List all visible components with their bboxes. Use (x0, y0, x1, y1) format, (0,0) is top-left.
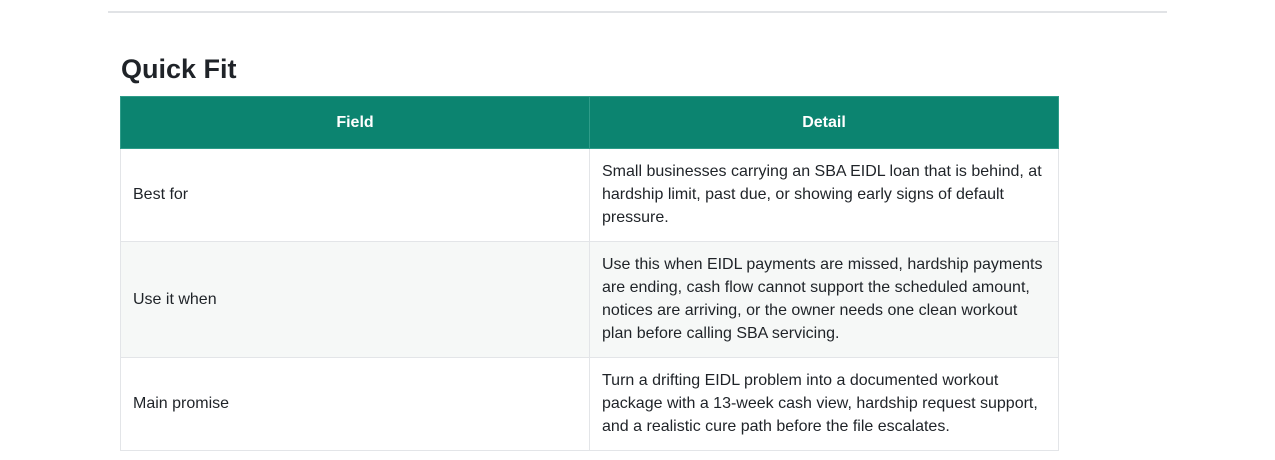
table-row: Main promise Turn a drifting EIDL proble… (120, 357, 1059, 451)
detail-cell: Small businesses carrying an SBA EIDL lo… (589, 148, 1059, 242)
column-header-detail: Detail (589, 96, 1059, 149)
table-row: Best for Small businesses carrying an SB… (120, 148, 1059, 242)
field-cell: Main promise (120, 357, 590, 451)
section-title: Quick Fit (121, 54, 237, 84)
document-page: Quick Fit Field Detail Best for Small bu… (0, 0, 1275, 460)
table-header-row: Field Detail (120, 96, 1059, 149)
field-cell: Best for (120, 148, 590, 242)
column-header-field: Field (120, 96, 590, 149)
table-body: Best for Small businesses carrying an SB… (120, 148, 1059, 451)
detail-cell: Turn a drifting EIDL problem into a docu… (589, 357, 1059, 451)
quick-fit-table: Field Detail Best for Small businesses c… (120, 96, 1059, 451)
top-divider (108, 11, 1167, 13)
detail-cell: Use this when EIDL payments are missed, … (589, 241, 1059, 358)
table-header: Field Detail (120, 96, 1059, 149)
field-cell: Use it when (120, 241, 590, 358)
table-row: Use it when Use this when EIDL payments … (120, 241, 1059, 358)
